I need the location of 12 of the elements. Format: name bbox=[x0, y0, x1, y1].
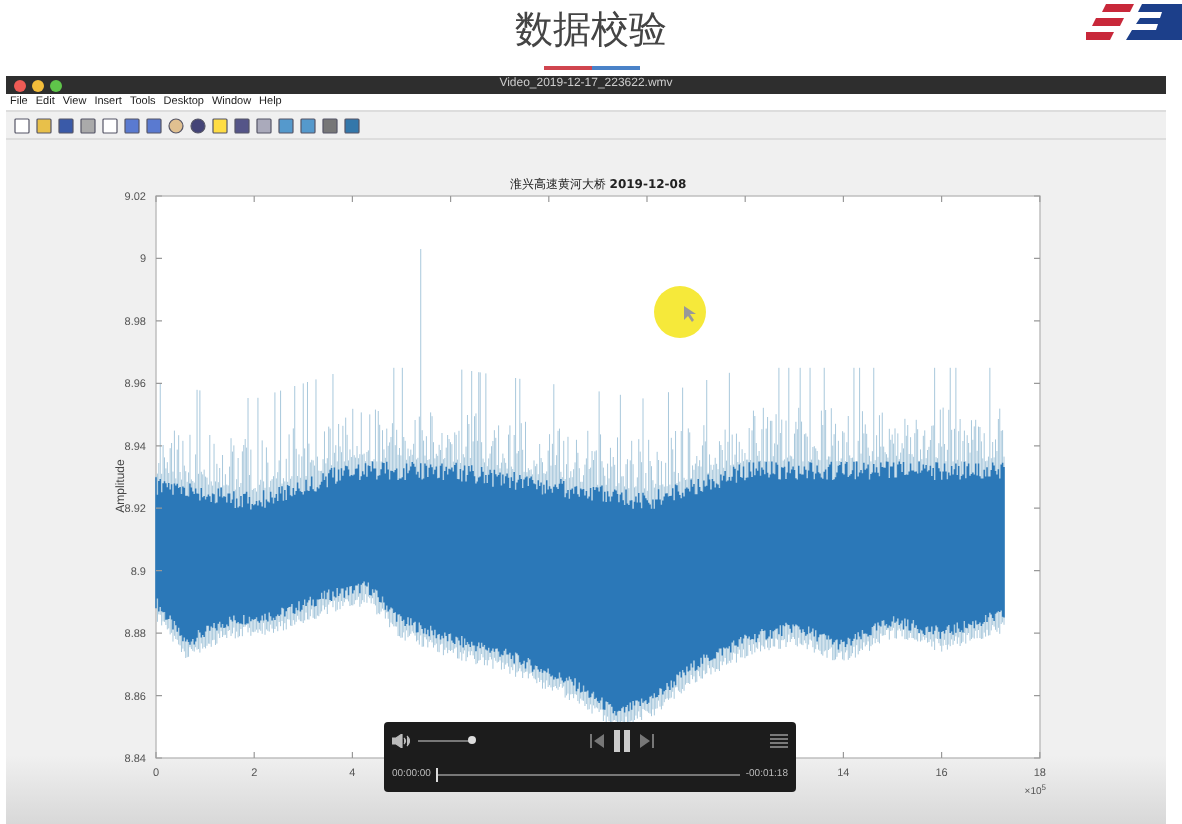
list-icon[interactable] bbox=[770, 734, 788, 748]
cursor-highlight bbox=[654, 286, 706, 338]
title-underline bbox=[543, 66, 639, 70]
slide-title: 数据校验 bbox=[515, 6, 667, 54]
skip-forward-icon[interactable] bbox=[639, 734, 653, 748]
logo-icon bbox=[1086, 0, 1182, 44]
pause-icon[interactable] bbox=[611, 730, 631, 752]
skip-back-icon[interactable] bbox=[589, 734, 603, 748]
speaker-icon[interactable] bbox=[392, 734, 410, 748]
minimize-button[interactable] bbox=[32, 79, 44, 91]
close-button[interactable] bbox=[14, 79, 26, 91]
maximize-button[interactable] bbox=[50, 79, 62, 91]
